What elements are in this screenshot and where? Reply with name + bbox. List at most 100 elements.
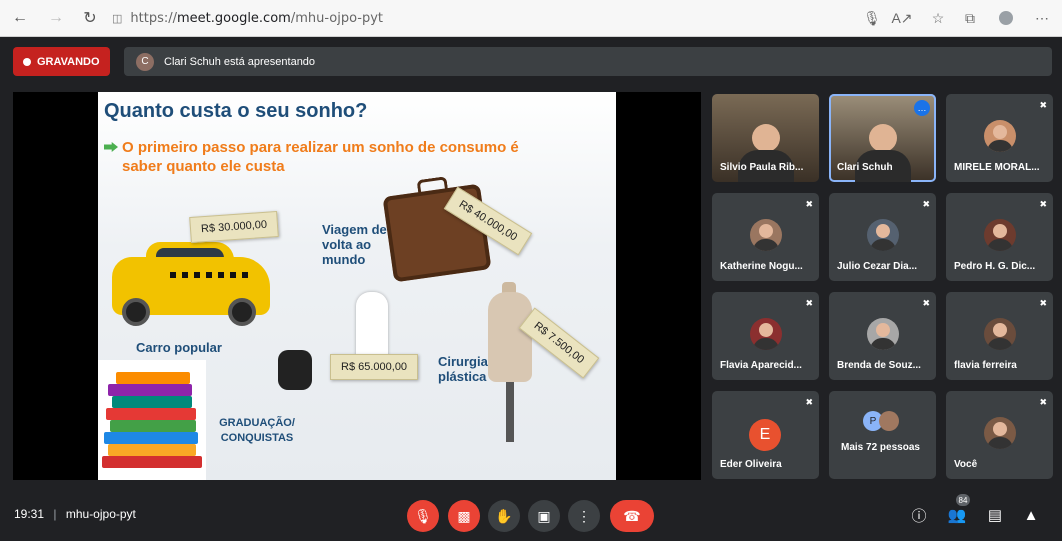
participant-avatar	[749, 318, 782, 351]
presenting-text: Clari Schuh está apresentando	[164, 55, 316, 68]
participant-avatar	[749, 219, 782, 252]
mic-muted-icon: ✖	[805, 397, 813, 407]
mic-muted-icon: ✖	[1039, 199, 1047, 209]
label-car: Carro popular	[136, 340, 222, 355]
participant-name: flavia ferreira	[954, 360, 1017, 371]
chat-icon[interactable]: ▤	[984, 504, 1006, 526]
book	[102, 456, 202, 468]
recording-badge: GRAVANDO	[13, 47, 110, 76]
bride-image	[356, 292, 388, 362]
participant-tile[interactable]: ✖ Julio Cezar Dia...	[829, 193, 936, 281]
label-surgery: Cirurgia plástica	[438, 354, 488, 384]
participant-tile[interactable]: ✖ MIRELE MORAL...	[946, 94, 1053, 182]
participant-avatar	[983, 219, 1016, 252]
participant-tile[interactable]: ✖ Pedro H. G. Dic...	[946, 193, 1053, 281]
participant-video	[752, 124, 780, 152]
participant-tile[interactable]: ✖ Katherine Nogu...	[712, 193, 819, 281]
url-text: https://meet.google.com/mhu-ojpo-pyt	[130, 10, 384, 26]
people-count-badge: 84	[956, 494, 970, 506]
collections-icon[interactable]: ⧉	[960, 8, 980, 28]
book	[104, 432, 198, 444]
leave-call-button[interactable]: ☎	[610, 500, 654, 532]
participant-name: Clari Schuh	[837, 162, 893, 173]
person-image	[278, 350, 312, 390]
participant-name: Mais 72 pessoas	[841, 442, 920, 453]
people-icon[interactable]: 👥	[946, 504, 968, 526]
taxi-checks	[170, 272, 250, 278]
participant-tile[interactable]: E ✖ Eder Oliveira	[712, 391, 819, 479]
present-screen-button[interactable]: ▣	[528, 500, 560, 532]
participant-name: Brenda de Souz...	[837, 360, 921, 371]
presenting-banner: C Clari Schuh está apresentando	[124, 47, 1052, 76]
participant-avatar	[866, 219, 899, 252]
presentation-slide: Quanto custa o seu sonho? O primeiro pas…	[98, 92, 616, 480]
book	[116, 372, 190, 384]
participant-avatar	[866, 318, 899, 351]
participant-avatar	[983, 318, 1016, 351]
car-wheel	[228, 298, 256, 326]
info-icon[interactable]: ⓘ	[908, 504, 930, 526]
favorites-star-icon[interactable]: ☆	[928, 8, 948, 28]
participant-name: Katherine Nogu...	[720, 261, 803, 272]
slide-subtitle: O primeiro passo para realizar um sonho …	[122, 139, 519, 175]
more-options-button[interactable]: ⋮	[568, 500, 600, 532]
participant-avatar: E	[749, 419, 781, 451]
meeting-info: 19:31 | mhu-ojpo-pyt	[14, 507, 136, 521]
participant-name: Julio Cezar Dia...	[837, 261, 918, 272]
more-menu-icon[interactable]: ⋯	[1032, 8, 1052, 28]
mic-off-button[interactable]: 🎙	[407, 500, 439, 532]
mic-muted-icon: ✖	[805, 298, 813, 308]
participant-video	[869, 124, 897, 152]
back-icon[interactable]: ←	[10, 8, 30, 28]
book	[108, 444, 196, 456]
participant-tile[interactable]: Silvio Paula Rib...	[712, 94, 819, 182]
participant-name: Você	[954, 459, 978, 470]
participant-tile[interactable]: P Mais 72 pessoas	[829, 391, 936, 479]
book	[110, 420, 196, 432]
address-bar[interactable]: ◫ https://meet.google.com/mhu-ojpo-pyt	[112, 5, 852, 31]
participant-name: Pedro H. G. Dic...	[954, 261, 1036, 272]
recording-label: GRAVANDO	[37, 55, 100, 68]
browser-toolbar: ← → ↻ ◫ https://meet.google.com/mhu-ojpo…	[0, 0, 1062, 37]
camera-off-button[interactable]: ▩	[448, 500, 480, 532]
participant-avatar	[983, 417, 1016, 450]
bottom-bar: 19:31 | mhu-ojpo-pyt 🎙 ▩ ✋ ▣ ⋮ ☎ ⓘ 👥 ▤ ▲	[0, 490, 1062, 541]
mic-muted-icon: ✖	[805, 199, 813, 209]
participant-avatar	[983, 120, 1016, 153]
arrow-bullet-icon	[104, 142, 118, 152]
car-wheel	[122, 298, 150, 326]
book	[112, 396, 192, 408]
participant-name: Eder Oliveira	[720, 459, 782, 470]
lock-icon: ◫	[112, 12, 123, 25]
participant-tile[interactable]: ✖ Brenda de Souz...	[829, 292, 936, 380]
more-people-avatar-photo	[879, 411, 899, 431]
mic-muted-icon: ✖	[1039, 298, 1047, 308]
activities-icon[interactable]: ▲	[1020, 504, 1042, 526]
mic-muted-icon: ✖	[1039, 100, 1047, 110]
participant-tile[interactable]: ✖ Você	[946, 391, 1053, 479]
mic-muted-icon: ✖	[922, 298, 930, 308]
mic-muted-icon: ✖	[922, 199, 930, 209]
reload-icon[interactable]: ↻	[80, 8, 100, 28]
book	[108, 384, 192, 396]
forward-icon[interactable]: →	[46, 8, 66, 28]
book	[106, 408, 196, 420]
meeting-code: mhu-ojpo-pyt	[65, 507, 136, 521]
clock-time: 19:31	[14, 507, 45, 521]
participant-tile[interactable]: ✖ Flavia Aparecid...	[712, 292, 819, 380]
mic-muted-icon: ✖	[1039, 397, 1047, 407]
microphone-icon[interactable]: 🎙	[862, 8, 882, 28]
participant-tile[interactable]: ✖ flavia ferreira	[946, 292, 1053, 380]
label-graduation: GRADUAÇÃO/ CONQUISTAS	[219, 417, 295, 444]
read-aloud-icon[interactable]: A↗	[891, 8, 912, 28]
participant-name: MIRELE MORAL...	[954, 162, 1040, 173]
label-trip: Viagem de volta ao mundo	[322, 222, 387, 267]
tile-menu-icon[interactable]: …	[914, 100, 930, 116]
mannequin-stand	[506, 382, 514, 442]
raise-hand-button[interactable]: ✋	[488, 500, 520, 532]
separator: |	[53, 507, 57, 521]
participant-tile[interactable]: … Clari Schuh	[829, 94, 936, 182]
price-tag-car: R$ 30.000,00	[189, 210, 279, 244]
record-dot-icon	[23, 57, 31, 66]
profile-avatar-icon[interactable]	[996, 8, 1016, 28]
